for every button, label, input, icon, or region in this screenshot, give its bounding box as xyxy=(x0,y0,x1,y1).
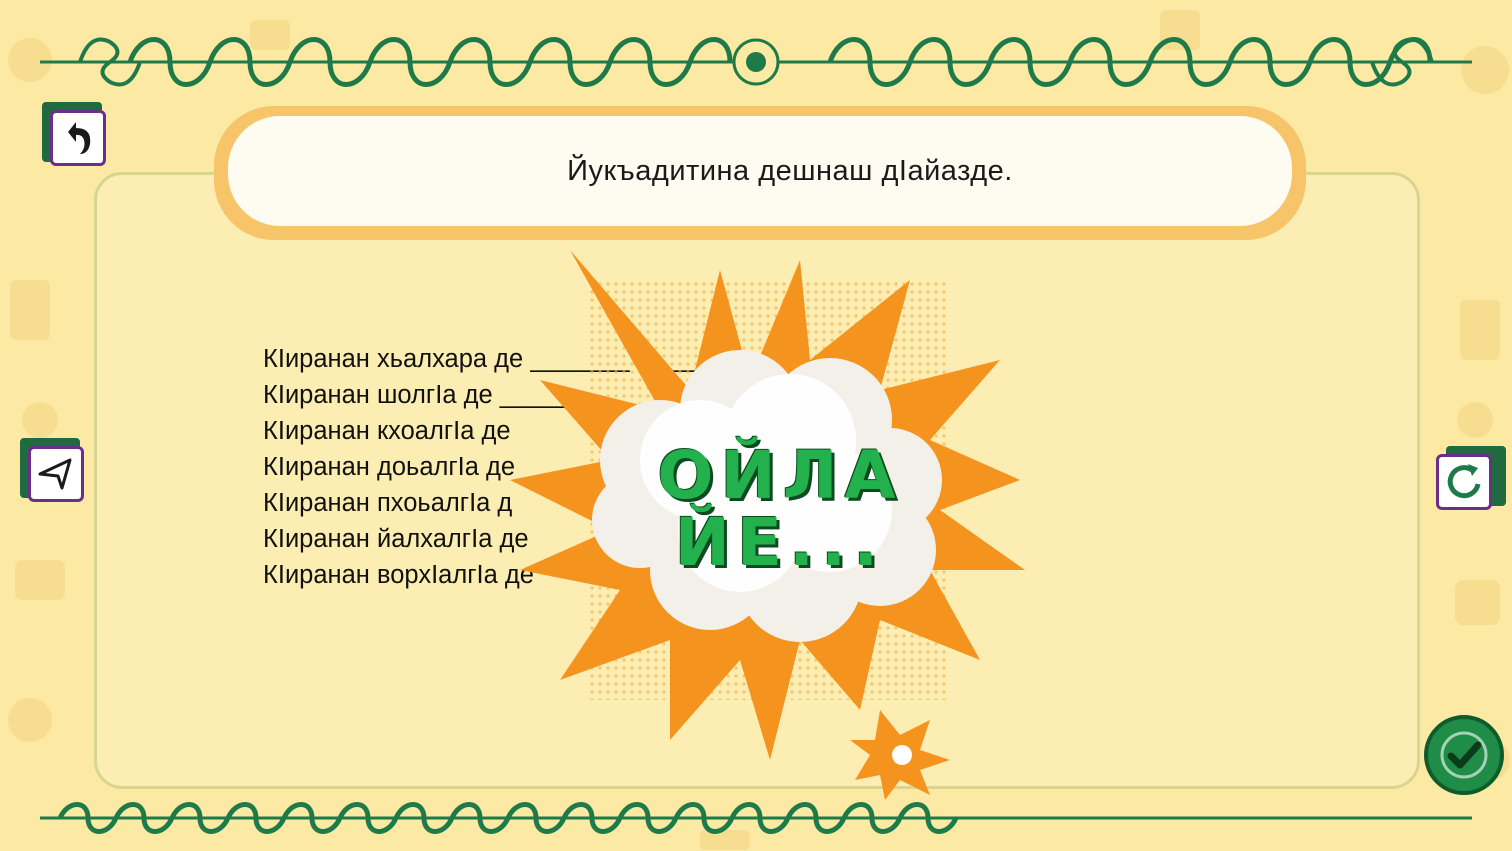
feedback-line-1: ОЙЛА xyxy=(657,437,903,514)
check-button[interactable] xyxy=(1424,715,1504,795)
instruction-box: Йукъадитина дешнаш дӀайазде. xyxy=(228,116,1292,226)
top-ornament xyxy=(40,37,1472,87)
back-button-wrap xyxy=(42,102,112,172)
back-button[interactable] xyxy=(50,110,106,166)
instruction-text: Йукъадитина дешнаш дӀайазде. xyxy=(567,154,1013,187)
prev-triangle-icon xyxy=(38,458,72,490)
prev-button[interactable] xyxy=(28,446,84,502)
bottom-ornament xyxy=(40,802,1472,834)
restart-button[interactable] xyxy=(1436,454,1492,510)
restart-icon xyxy=(1447,464,1481,499)
restart-button-wrap xyxy=(1436,446,1506,516)
feedback-line-2: ЙЕ... xyxy=(674,504,886,582)
prev-button-wrap xyxy=(20,438,90,508)
back-arrow-icon xyxy=(68,122,91,154)
feedback-message: ОЙЛА ЙЕ... xyxy=(600,442,960,577)
check-icon xyxy=(1440,731,1488,779)
